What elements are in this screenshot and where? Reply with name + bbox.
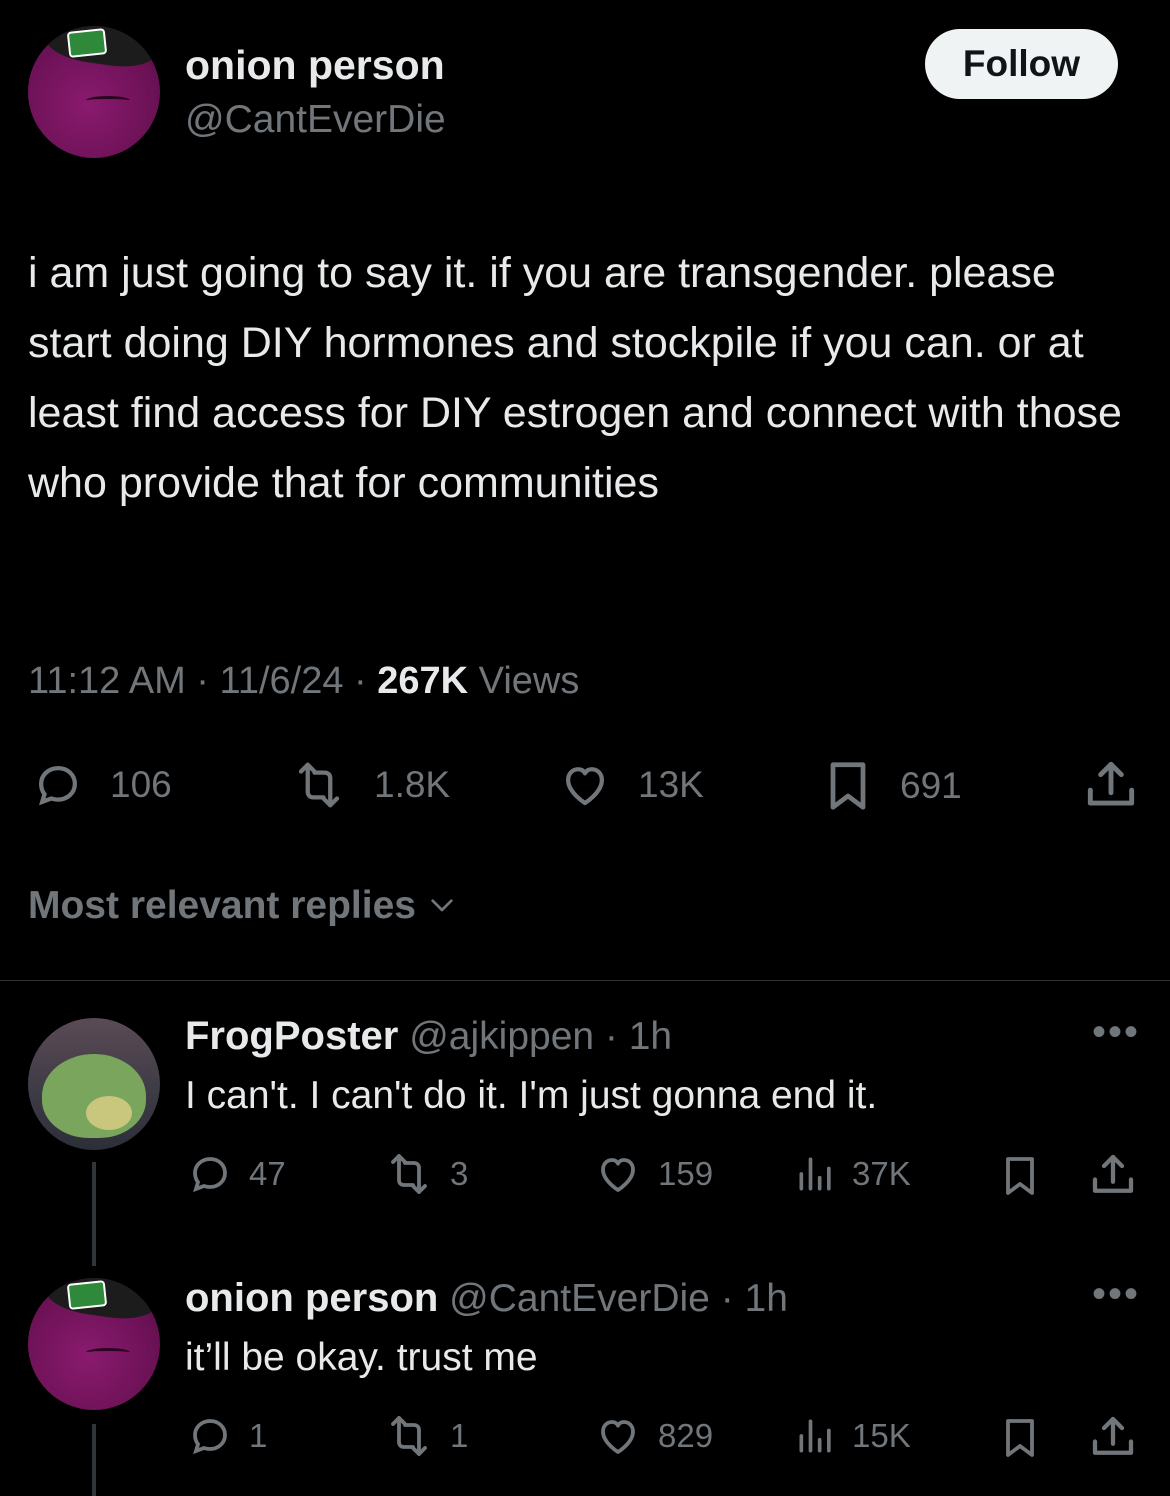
bookmark-icon bbox=[830, 762, 866, 810]
speech-bubble-icon bbox=[193, 1419, 227, 1455]
share-upload-icon bbox=[1092, 1416, 1134, 1455]
repost-button[interactable]: 1 bbox=[382, 1412, 468, 1460]
repost-count: 3 bbox=[450, 1155, 469, 1192]
repost-arrows-icon bbox=[391, 1416, 427, 1456]
bookmark-button[interactable]: 691 bbox=[818, 756, 962, 816]
like-button[interactable]: 159 bbox=[592, 1150, 713, 1198]
ellipsis-icon[interactable]: ••• bbox=[1092, 1272, 1140, 1317]
reply-author-handle[interactable]: @ajkippen bbox=[409, 1015, 594, 1058]
ellipsis-icon[interactable]: ••• bbox=[1092, 1010, 1140, 1055]
tweet-text: i am just going to say it. if you are tr… bbox=[28, 249, 1122, 507]
reply-age[interactable]: · 1h bbox=[721, 1277, 788, 1320]
chevron-down-icon bbox=[431, 899, 453, 912]
share-upload-icon bbox=[1087, 761, 1135, 806]
avatar-leaf-badge bbox=[66, 28, 108, 58]
reply-author-name[interactable]: FrogPoster bbox=[185, 1014, 398, 1058]
frog-belly bbox=[86, 1096, 132, 1130]
thread-line bbox=[92, 1424, 96, 1496]
repost-arrows-icon bbox=[391, 1154, 427, 1194]
tweet-meta: 11:12 AM · 11/6/24 · 267K Views bbox=[28, 660, 579, 703]
bookmark-button[interactable] bbox=[996, 1150, 1044, 1202]
like-button[interactable]: 829 bbox=[592, 1412, 713, 1460]
reply-button[interactable]: 106 bbox=[28, 758, 172, 812]
repost-count: 1.8K bbox=[374, 764, 451, 805]
views-count: 37K bbox=[852, 1155, 911, 1192]
bookmark-icon bbox=[1006, 1157, 1034, 1195]
bar-chart-icon bbox=[799, 1419, 831, 1453]
like-count: 829 bbox=[658, 1417, 714, 1454]
replies-sort-dropdown[interactable]: Most relevant replies bbox=[28, 884, 462, 928]
views-label: Views bbox=[478, 660, 580, 702]
divider bbox=[0, 980, 1170, 981]
follow-button[interactable]: Follow bbox=[925, 29, 1118, 99]
repost-button[interactable]: 1.8K bbox=[286, 758, 450, 812]
author-handle[interactable]: @CantEverDie bbox=[185, 98, 446, 142]
like-count: 13K bbox=[638, 764, 704, 805]
views-button[interactable]: 15K bbox=[794, 1412, 911, 1460]
bookmark-button[interactable] bbox=[996, 1412, 1044, 1464]
speech-bubble-icon bbox=[193, 1157, 227, 1193]
reply-author-name[interactable]: onion person bbox=[185, 1276, 438, 1320]
avatar[interactable] bbox=[28, 1018, 160, 1150]
share-button[interactable] bbox=[1080, 754, 1142, 816]
share-button[interactable] bbox=[1086, 1148, 1140, 1202]
views-count: 267K bbox=[377, 660, 469, 702]
reply-text: it’ll be okay. trust me bbox=[185, 1336, 538, 1379]
bar-chart-icon bbox=[799, 1157, 831, 1191]
tweet-date[interactable]: 11/6/24 bbox=[220, 660, 344, 702]
author-name[interactable]: onion person bbox=[185, 42, 445, 89]
like-count: 159 bbox=[658, 1155, 714, 1192]
reply-text: I can't. I can't do it. I'm just gonna e… bbox=[185, 1074, 878, 1117]
share-upload-icon bbox=[1092, 1154, 1134, 1193]
reply-author-handle[interactable]: @CantEverDie bbox=[449, 1277, 710, 1320]
reply-count: 47 bbox=[249, 1155, 286, 1192]
reply-header: FrogPoster @ajkippen · 1h bbox=[185, 1014, 672, 1059]
replies-sort-label: Most relevant replies bbox=[28, 884, 416, 927]
thread-line bbox=[92, 1162, 96, 1266]
bookmark-icon bbox=[1006, 1419, 1034, 1457]
tweet-time[interactable]: 11:12 AM bbox=[28, 660, 186, 702]
meta-separator: · bbox=[196, 660, 209, 702]
avatar-leaf-badge bbox=[66, 1280, 108, 1310]
heart-icon bbox=[601, 1420, 635, 1454]
avatar[interactable] bbox=[28, 26, 160, 158]
share-button[interactable] bbox=[1086, 1410, 1140, 1464]
reply-count: 1 bbox=[249, 1417, 268, 1454]
reply-count: 106 bbox=[110, 764, 172, 805]
reply-header: onion person @CantEverDie · 1h bbox=[185, 1276, 788, 1321]
views-count: 15K bbox=[852, 1417, 911, 1454]
repost-count: 1 bbox=[450, 1417, 469, 1454]
heart-icon bbox=[601, 1158, 635, 1192]
reply-button[interactable]: 47 bbox=[185, 1150, 286, 1198]
avatar-face bbox=[86, 96, 130, 105]
like-button[interactable]: 13K bbox=[554, 758, 704, 812]
repost-arrows-icon bbox=[298, 762, 340, 808]
reply-age[interactable]: · 1h bbox=[605, 1015, 672, 1058]
speech-bubble-icon bbox=[38, 765, 78, 806]
avatar[interactable] bbox=[28, 1278, 160, 1410]
meta-separator: · bbox=[354, 660, 367, 702]
views-button[interactable]: 37K bbox=[794, 1150, 911, 1198]
bookmark-count: 691 bbox=[900, 765, 962, 806]
reply-button[interactable]: 1 bbox=[185, 1412, 267, 1460]
avatar-face bbox=[86, 1348, 130, 1357]
heart-icon bbox=[565, 767, 605, 806]
repost-button[interactable]: 3 bbox=[382, 1150, 468, 1198]
